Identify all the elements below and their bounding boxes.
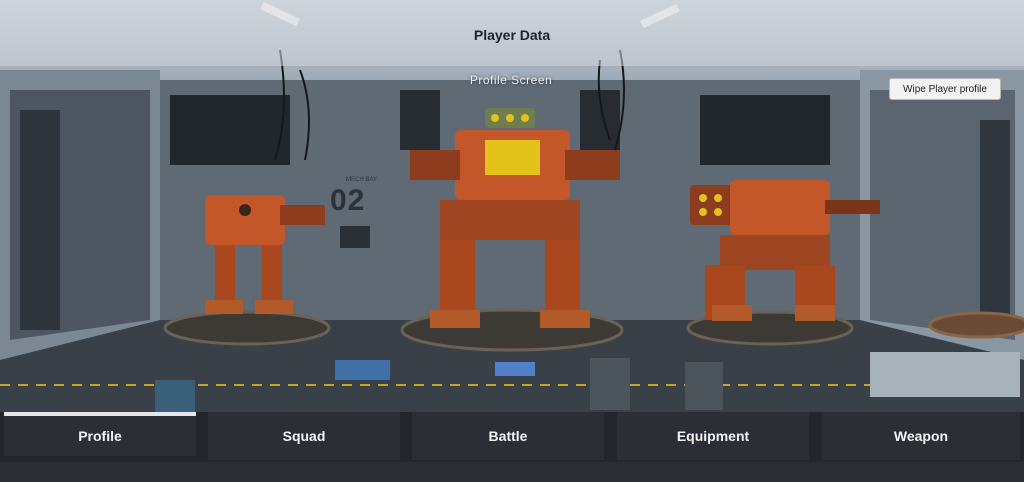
tab-equipment[interactable]: Equipment (617, 412, 809, 460)
status-strip (0, 462, 1024, 482)
tab-weapon[interactable]: Weapon (822, 412, 1020, 460)
hangar-number: 02 (330, 184, 366, 217)
tab-profile[interactable]: Profile (4, 412, 196, 456)
tab-squad[interactable]: Squad (208, 412, 400, 460)
hangar-small-label: MECH BAY (346, 177, 377, 183)
header-bar: Player Data (0, 0, 1024, 66)
page-title: Player Data (473, 27, 551, 43)
wipe-player-profile-button[interactable]: Wipe Player profile (889, 78, 1001, 100)
screen-label: Profile Screen (469, 73, 553, 87)
tab-battle[interactable]: Battle (412, 412, 604, 460)
